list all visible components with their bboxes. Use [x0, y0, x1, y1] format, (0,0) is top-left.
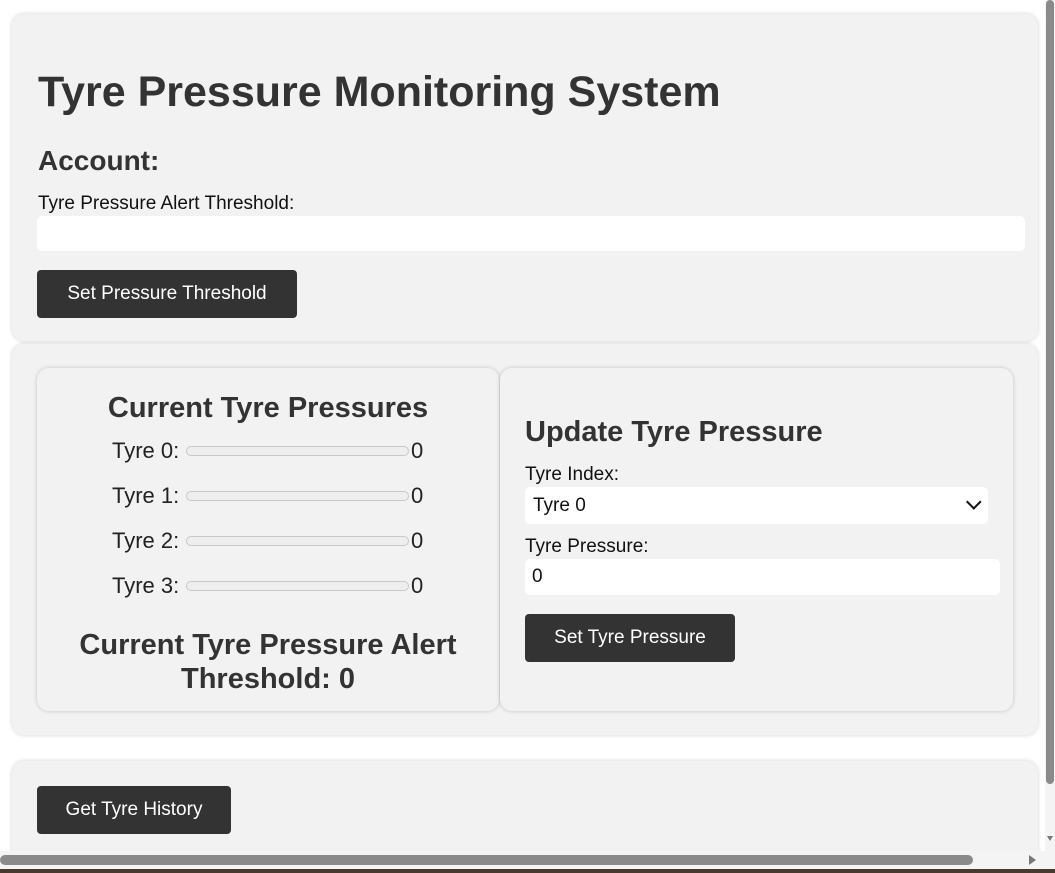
set-pressure-threshold-button[interactable]: Set Pressure Threshold — [37, 270, 297, 318]
tyre-pressure-bar — [186, 446, 409, 456]
scroll-right-arrow-icon[interactable] — [1029, 855, 1036, 865]
tyre-value: 0 — [411, 528, 424, 553]
set-tyre-pressure-button[interactable]: Set Tyre Pressure — [525, 614, 735, 662]
tyre-pressure-bar — [186, 491, 409, 501]
account-label: Account: — [38, 145, 160, 176]
account-card: Tyre Pressure Monitoring System Account:… — [12, 14, 1038, 341]
horizontal-scrollbar-thumb[interactable] — [0, 855, 973, 865]
tyre-value: 0 — [411, 438, 424, 463]
tyre-value: 0 — [411, 483, 424, 508]
threshold-label: Tyre Pressure Alert Threshold: — [38, 193, 295, 214]
threshold-input[interactable] — [37, 216, 1025, 251]
current-pressures-heading: Current Tyre Pressures — [107, 392, 429, 424]
tyre-pressure-bar — [186, 581, 409, 591]
page-title: Tyre Pressure Monitoring System — [38, 68, 721, 116]
tyre-pressure-input[interactable] — [525, 559, 1000, 595]
update-tyre-pressure-heading: Update Tyre Pressure — [525, 416, 823, 448]
tyre-index-label: Tyre Index: — [525, 464, 619, 485]
tyre-value: 0 — [411, 573, 424, 598]
tyre-label: Tyre 0: — [112, 438, 180, 463]
tyre-row-3: Tyre 3: 0 — [112, 571, 423, 601]
current-alert-threshold: Current Tyre Pressure Alert Threshold: 0 — [79, 629, 457, 695]
chevron-down-icon — [966, 494, 982, 510]
get-tyre-history-button[interactable]: Get Tyre History — [37, 786, 231, 834]
scroll-down-arrow-icon[interactable] — [1047, 836, 1053, 841]
horizontal-scrollbar[interactable] — [0, 851, 1055, 869]
history-card: Get Tyre History — [12, 761, 1038, 851]
current-pressures-panel: Current Tyre Pressures Tyre 0: 0 Tyre 1:… — [37, 368, 499, 711]
page-viewport: Tyre Pressure Monitoring System Account:… — [0, 0, 1045, 851]
background-strip — [0, 869, 1055, 873]
update-tyre-pressure-panel: Update Tyre Pressure Tyre Index: Tyre 0 … — [500, 368, 1013, 711]
tyre-pressure-label: Tyre Pressure: — [525, 536, 649, 557]
tyre-index-selected-value: Tyre 0 — [533, 494, 586, 516]
tyre-pressure-bar — [186, 536, 409, 546]
tyre-label: Tyre 3: — [112, 573, 180, 598]
tyre-row-1: Tyre 1: 0 — [112, 481, 423, 511]
tyre-label: Tyre 2: — [112, 528, 180, 553]
tyre-index-select[interactable]: Tyre 0 — [525, 487, 988, 524]
tyres-card: Current Tyre Pressures Tyre 0: 0 Tyre 1:… — [12, 344, 1038, 735]
vertical-scrollbar-thumb[interactable] — [1046, 0, 1054, 784]
tyre-row-2: Tyre 2: 0 — [112, 526, 423, 556]
tyre-label: Tyre 1: — [112, 483, 180, 508]
tyre-row-0: Tyre 0: 0 — [112, 436, 423, 466]
vertical-scrollbar[interactable] — [1045, 0, 1055, 851]
